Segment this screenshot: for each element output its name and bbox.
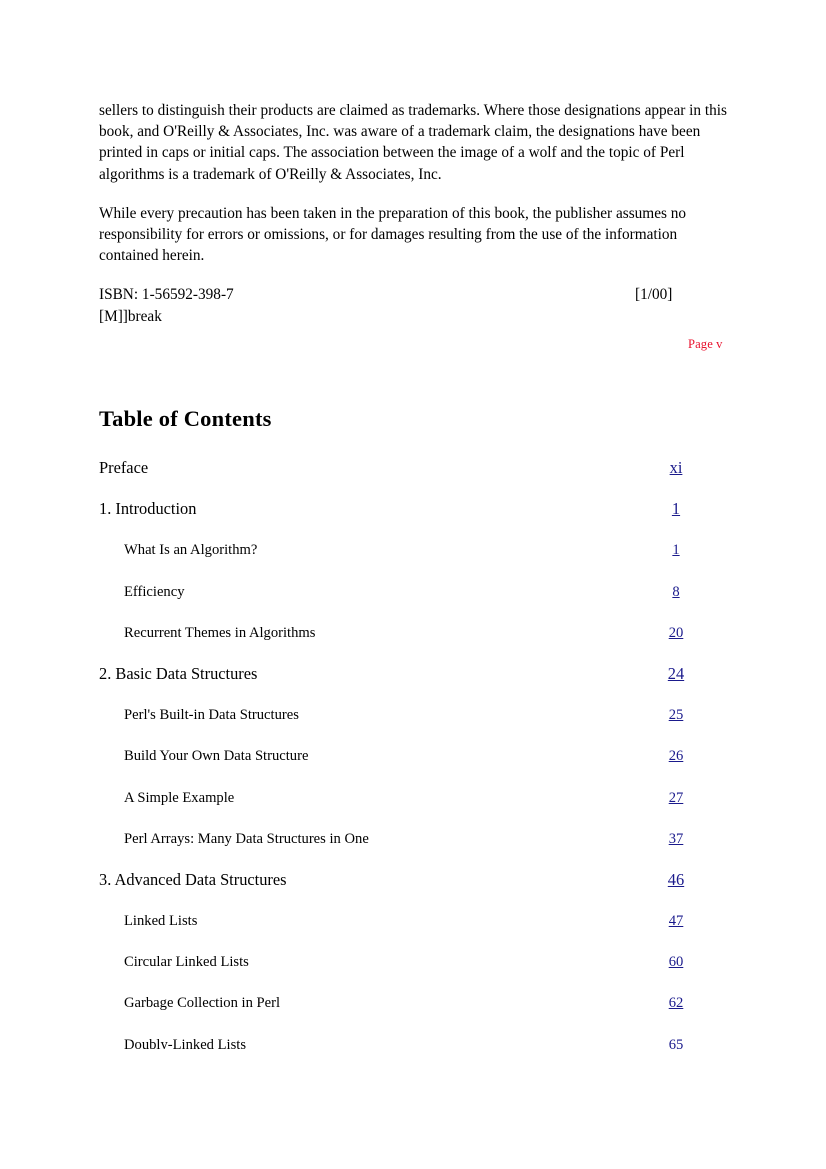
break-marker-line: [M]]break xyxy=(99,306,729,327)
page-title: Table of Contents xyxy=(99,406,272,431)
toc-page-link[interactable]: 47 xyxy=(646,911,706,931)
toc-entry: Preface xi xyxy=(0,458,826,499)
toc-entry-label: What Is an Algorithm? xyxy=(124,542,258,559)
toc-page-link[interactable]: 65 xyxy=(646,1035,706,1049)
toc-entry-label: A Simple Example xyxy=(124,789,235,806)
toc-entry: Circular Linked Lists 60 xyxy=(0,952,826,993)
toc-entry: What Is an Algorithm? 1 xyxy=(0,540,826,581)
front-matter: sellers to distinguish their products ar… xyxy=(99,100,729,327)
toc-page-link[interactable]: 27 xyxy=(646,788,706,808)
toc-entry: A Simple Example 27 xyxy=(0,788,826,829)
toc-page-link[interactable]: 46 xyxy=(646,870,706,890)
isbn-block: ISBN: 1-56592-398-7 [1/00] [M]]break xyxy=(99,284,729,326)
toc-entry-label: Build Your Own Data Structure xyxy=(124,748,309,765)
toc-entry-label: Doubly-Linked Lists xyxy=(124,1036,247,1049)
toc-entry: Perl Arrays: Many Data Structures in One… xyxy=(0,829,826,870)
toc-entry: Linked Lists 47 xyxy=(0,911,826,952)
break-marker: [M]]break xyxy=(99,307,162,325)
toc-page-link[interactable]: 60 xyxy=(646,952,706,972)
toc-entry-label: Efficiency xyxy=(124,583,185,600)
toc-page-link[interactable]: 25 xyxy=(646,705,706,725)
toc-entry-label: Linked Lists xyxy=(124,913,198,930)
toc-page-link[interactable]: 26 xyxy=(646,746,706,766)
toc-entry: Efficiency 8 xyxy=(0,582,826,623)
toc-entry-label: Preface xyxy=(99,458,149,477)
trademark-paragraph: sellers to distinguish their products ar… xyxy=(99,102,727,183)
toc-page-link[interactable]: 1 xyxy=(646,499,706,519)
toc-entry: Garbage Collection in Perl 62 xyxy=(0,993,826,1034)
toc-entry: Recurrent Themes in Algorithms 20 xyxy=(0,623,826,664)
toc-entry: Perl's Built-in Data Structures 25 xyxy=(0,705,826,746)
isbn-line: ISBN: 1-56592-398-7 [1/00] xyxy=(99,284,729,305)
toc-entry: 1. Introduction 1 xyxy=(0,499,826,540)
document-page: sellers to distinguish their products ar… xyxy=(0,0,826,1169)
toc-entry-label: Garbage Collection in Perl xyxy=(124,995,281,1012)
toc-entry-label: 2. Basic Data Structures xyxy=(99,663,258,683)
toc-page-link[interactable]: 20 xyxy=(646,623,706,643)
toc-entry-label: Circular Linked Lists xyxy=(124,954,249,971)
toc-page-link[interactable]: 1 xyxy=(646,540,706,560)
toc-page-link[interactable]: 37 xyxy=(646,829,706,849)
print-date: [1/00] xyxy=(635,286,673,304)
toc-page-link[interactable]: 8 xyxy=(646,582,706,602)
toc-entry-label: Recurrent Themes in Algorithms xyxy=(124,624,316,641)
toc-page-link[interactable]: xi xyxy=(646,458,706,478)
toc-entry: 2. Basic Data Structures 24 xyxy=(0,664,826,705)
disclaimer-paragraph: While every precaution has been taken in… xyxy=(99,204,687,265)
toc-entry: Doubly-Linked Lists 65 xyxy=(0,1035,826,1049)
toc-entry: 3. Advanced Data Structures 46 xyxy=(0,870,826,911)
toc-entry: Build Your Own Data Structure 26 xyxy=(0,746,826,787)
toc-entry-label: 1. Introduction xyxy=(99,499,197,519)
toc-entry-label: Perl Arrays: Many Data Structures in One xyxy=(124,830,369,847)
toc-entry-label: 3. Advanced Data Structures xyxy=(99,869,287,889)
page-marker: Page v xyxy=(688,337,723,351)
toc-page-link[interactable]: 62 xyxy=(646,993,706,1013)
table-of-contents: Preface xi 1. Introduction 1 What Is an Algo… xyxy=(0,458,826,1049)
toc-entry-label: Perl's Built-in Data Structures xyxy=(124,707,299,724)
isbn-value: ISBN: 1-56592-398-7 xyxy=(99,286,234,304)
toc-page-link[interactable]: 24 xyxy=(646,664,706,684)
